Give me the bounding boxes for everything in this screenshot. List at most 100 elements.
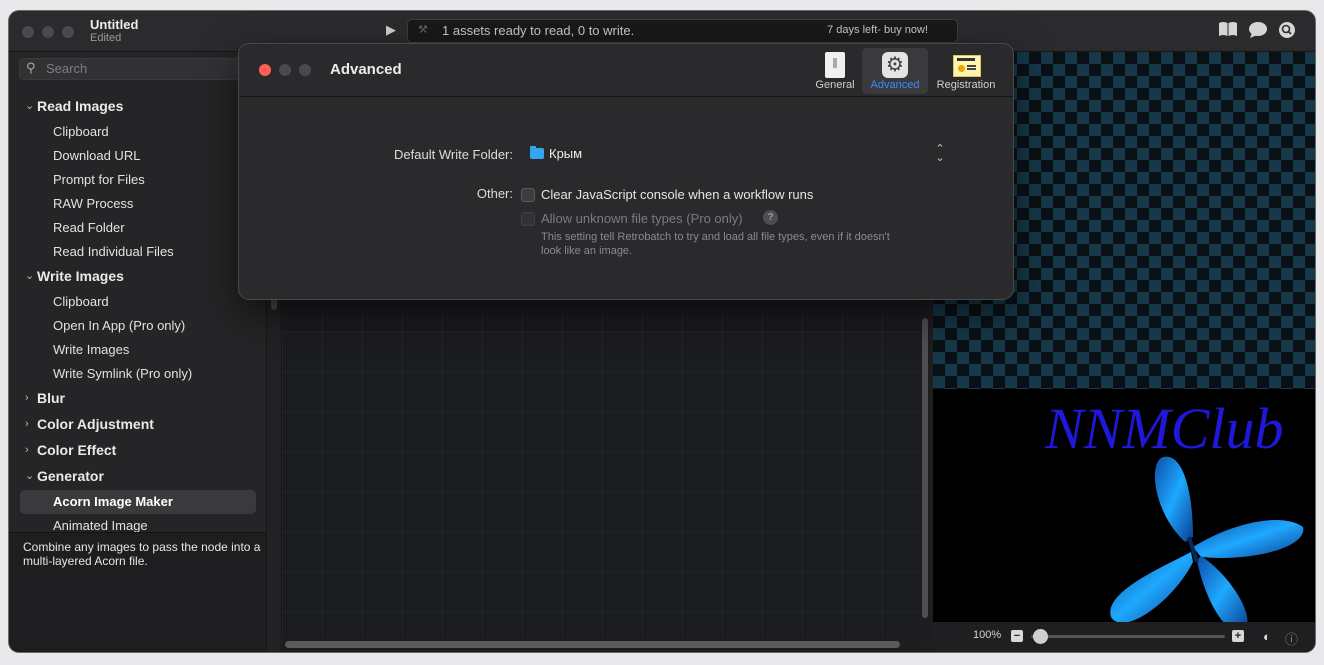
contrast-icon[interactable]: ◐ <box>1263 629 1271 644</box>
group-write-images[interactable]: ⌄ Write Images <box>9 264 266 288</box>
zoom-slider[interactable] <box>1031 635 1225 638</box>
info-icon[interactable]: ⓘ <box>1285 629 1298 648</box>
item-label: Read Individual Files <box>53 244 174 259</box>
clear-console-checkbox[interactable] <box>521 188 535 202</box>
advanced-gear-icon: ⚙ <box>882 52 908 78</box>
dialog-title: Advanced <box>330 61 402 78</box>
sidebar: ⚲ Search ⌄ Read Images Clipboard Downloa… <box>9 52 266 533</box>
group-label: Generator <box>37 468 104 484</box>
zoom-window-button[interactable] <box>62 26 74 38</box>
minimize-window-button[interactable] <box>42 26 54 38</box>
scroll-thumb[interactable] <box>922 318 928 618</box>
group-label: Color Effect <box>37 442 117 458</box>
sidebar-item-open-in-app[interactable]: Open In App (Pro only) <box>9 314 266 338</box>
registration-card-lines <box>967 65 976 67</box>
default-write-folder-label: Default Write Folder: <box>394 147 513 162</box>
hammer-icon: ⚒ <box>418 24 428 36</box>
group-label: Write Images <box>37 268 124 284</box>
group-read-images[interactable]: ⌄ Read Images <box>9 94 266 118</box>
unknown-file-types-label[interactable]: Allow unknown file types (Pro only) <box>541 211 743 226</box>
status-text: 1 assets ready to read, 0 to write. <box>442 23 635 38</box>
chat-icon[interactable] <box>1248 21 1268 41</box>
preview-zoom-bar: 100% − + ◐ ⓘ <box>933 622 1315 652</box>
status-bar: ⚒ 1 assets ready to read, 0 to write. 7 … <box>407 19 958 43</box>
item-label: RAW Process <box>53 196 134 211</box>
tab-label: Registration <box>936 79 996 91</box>
zoom-slider-knob[interactable] <box>1033 629 1049 644</box>
tab-label: General <box>815 79 855 91</box>
chevron-right-icon: › <box>25 418 29 430</box>
book-icon-shape <box>1219 22 1237 36</box>
group-color-effect[interactable]: › Color Effect <box>9 438 266 462</box>
zoom-level: 100% <box>973 629 1002 641</box>
group-generator[interactable]: ⌄ Generator <box>9 464 266 488</box>
group-blur[interactable]: › Blur <box>9 386 266 410</box>
chevron-down-icon: ⌄ <box>25 100 35 112</box>
clear-console-label[interactable]: Clear JavaScript console when a workflow… <box>541 187 813 202</box>
dialog-close-button[interactable] <box>259 64 271 76</box>
document-subtitle: Edited <box>90 32 122 44</box>
item-label: Write Images <box>53 342 130 357</box>
inspect-shape <box>1279 22 1295 38</box>
dialog-zoom-button[interactable] <box>299 64 311 76</box>
run-workflow-button[interactable]: ▶ <box>384 22 398 38</box>
unknown-file-types-note: This setting tell Retrobatch to try and … <box>541 231 890 257</box>
tab-general[interactable]: General <box>810 48 860 94</box>
sidebar-item-write-clipboard[interactable]: Clipboard <box>9 290 266 314</box>
sidebar-item-prompt-for-files[interactable]: Prompt for Files <box>9 168 266 192</box>
sidebar-item-read-individual-files[interactable]: Read Individual Files <box>9 240 266 264</box>
chevron-right-icon: › <box>25 392 29 404</box>
item-label: Clipboard <box>53 124 109 139</box>
search-placeholder: Search <box>46 61 88 76</box>
sidebar-item-clipboard[interactable]: Clipboard <box>9 120 266 144</box>
unknown-file-types-checkbox[interactable] <box>521 212 535 226</box>
tab-advanced[interactable]: ⚙ Advanced <box>862 48 928 94</box>
preferences-toolbar: Advanced General ⚙ Advanced Registration <box>239 44 1013 97</box>
zoom-out-button[interactable]: − <box>1011 630 1023 642</box>
tab-registration[interactable]: Registration <box>932 48 1000 94</box>
group-color-adjustment[interactable]: › Color Adjustment <box>9 412 266 436</box>
close-window-button[interactable] <box>22 26 34 38</box>
chevron-right-icon: › <box>25 444 29 456</box>
help-button[interactable]: ? <box>763 210 778 225</box>
default-write-folder-popup[interactable]: Крым ⌃ ⌄ <box>525 140 949 166</box>
zoom-in-button[interactable]: + <box>1232 630 1244 642</box>
group-label: Read Images <box>37 98 124 114</box>
scroll-thumb[interactable] <box>285 641 900 648</box>
book-icon[interactable] <box>1218 21 1238 41</box>
inspect-icon[interactable] <box>1277 21 1297 41</box>
preferences-dialog: Advanced General ⚙ Advanced Registration… <box>239 44 1013 299</box>
popup-stepper-icon: ⌃ ⌄ <box>935 143 945 164</box>
folder-name: Крым <box>549 146 583 161</box>
other-label: Other: <box>476 186 513 201</box>
folder-icon <box>530 146 544 159</box>
horizontal-scrollbar[interactable] <box>281 638 921 652</box>
search-field[interactable]: ⚲ Search <box>19 58 261 80</box>
item-label: Open In App (Pro only) <box>53 318 186 333</box>
group-label: Blur <box>37 390 65 406</box>
item-label: Write Symlink (Pro only) <box>53 366 193 381</box>
chevron-down-icon: ⌄ <box>25 270 35 282</box>
document-title: Untitled <box>90 17 139 32</box>
item-label: Read Folder <box>53 220 125 235</box>
trial-link[interactable]: 7 days left- buy now! <box>827 24 928 36</box>
sidebar-item-write-images[interactable]: Write Images <box>9 338 266 362</box>
sidebar-item-write-symlink[interactable]: Write Symlink (Pro only) <box>9 362 266 386</box>
splitter-handle[interactable] <box>271 298 277 310</box>
node-description: Combine any images to pass the node into… <box>23 540 261 568</box>
sidebar-item-read-folder[interactable]: Read Folder <box>9 216 266 240</box>
sidebar-item-raw-process[interactable]: RAW Process <box>9 192 266 216</box>
dialog-minimize-button[interactable] <box>279 64 291 76</box>
sidebar-item-download-url[interactable]: Download URL <box>9 144 266 168</box>
item-label: Acorn Image Maker <box>53 494 173 509</box>
butterfly-image <box>1110 456 1304 631</box>
node-description-panel: Combine any images to pass the node into… <box>9 532 266 652</box>
registration-card-icon <box>953 55 981 77</box>
chevron-down-icon: ⌄ <box>25 470 35 482</box>
play-icon: ▶ <box>386 22 396 37</box>
sidebar-item-acorn-image-maker[interactable]: Acorn Image Maker <box>20 490 256 514</box>
item-label: Prompt for Files <box>53 172 145 187</box>
group-label: Color Adjustment <box>37 416 154 432</box>
item-label: Clipboard <box>53 294 109 309</box>
registration-seal <box>958 65 965 72</box>
